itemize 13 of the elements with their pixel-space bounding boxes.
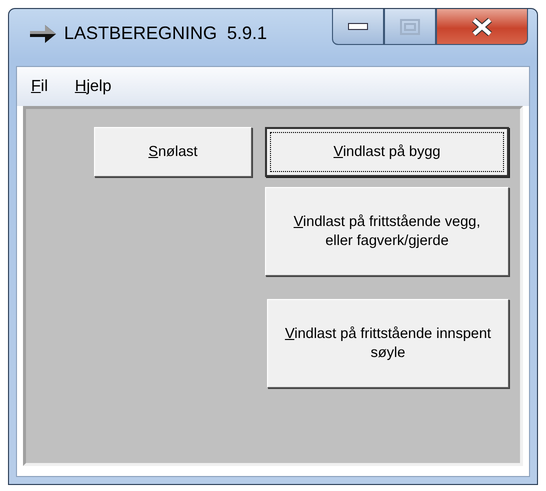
window-title: LASTBEREGNING 5.9.1 xyxy=(64,23,268,44)
minimize-icon xyxy=(348,23,368,30)
menu-item[interactable]: Fil xyxy=(31,78,48,96)
close-button[interactable] xyxy=(436,9,528,45)
close-icon xyxy=(471,18,493,36)
program-button[interactable]: Snølast xyxy=(94,127,252,177)
menu-item[interactable]: Hjelp xyxy=(74,78,112,96)
maximize-icon xyxy=(400,18,420,34)
arrow-icon xyxy=(30,24,56,44)
minimize-button[interactable] xyxy=(332,9,384,45)
program-button[interactable]: Vindlast på bygg xyxy=(265,127,509,177)
program-button[interactable]: Vindlast på frittstående innspent søyle xyxy=(267,299,509,388)
program-button[interactable]: Vindlast på frittstående vegg, eller fagverk/gjerde xyxy=(265,187,509,276)
